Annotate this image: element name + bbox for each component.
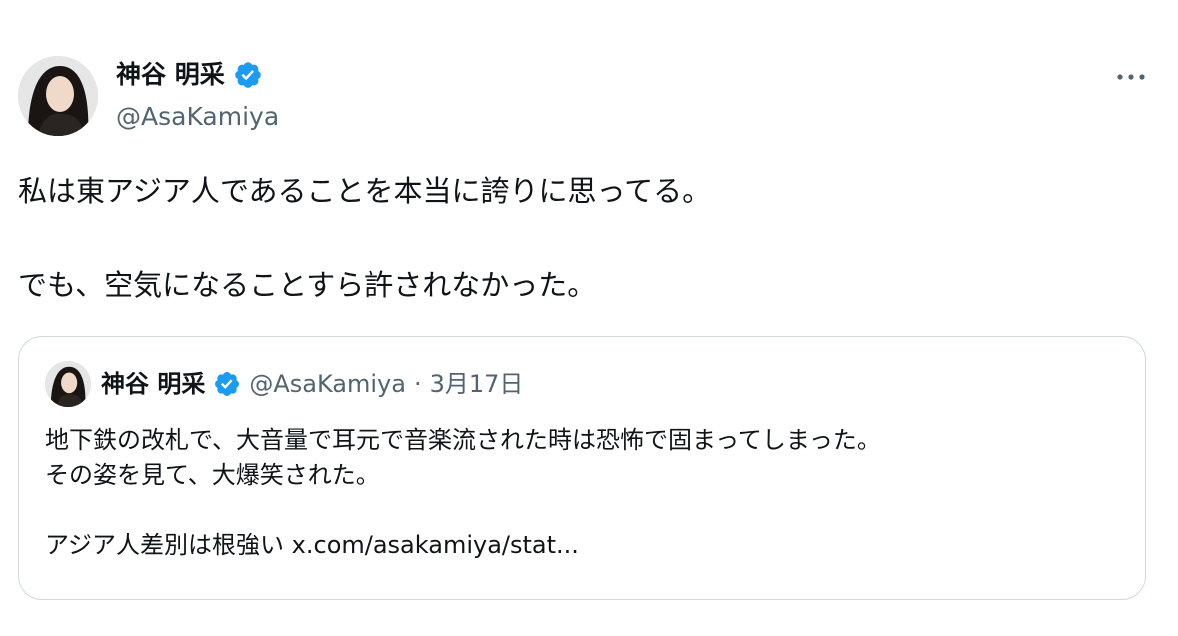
quoted-text-line: 地下鉄の改札で、大音量で耳元で音楽流された時は恐怖で固まってしまった。 [45,426,881,454]
verified-badge-icon [233,60,263,90]
author-handle[interactable]: @AsaKamiya [116,100,279,134]
quoted-tweet-link[interactable]: x.com/asakamiya/stat... [292,531,579,559]
quoted-tweet-header: 神谷 明采 @AsaKamiya · 3月17日 [101,367,523,401]
author-name-row: 神谷 明采 [116,58,263,92]
more-horizontal-icon [1117,74,1145,80]
line-spacer [45,493,1125,528]
more-options-button[interactable] [1108,62,1154,92]
header-separator: · [413,370,422,398]
quoted-author-handle[interactable]: @AsaKamiya [249,367,406,401]
quoted-author-display-name[interactable]: 神谷 明采 [101,367,205,401]
quoted-author-avatar[interactable] [45,361,91,407]
quoted-text-last-line: アジア人差別は根強い x.com/asakamiya/stat... [45,528,1125,563]
author-avatar[interactable] [18,56,98,136]
quoted-verified-badge-icon [213,370,241,398]
quoted-text-line: その姿を見て、大爆笑された。 [45,461,380,489]
author-display-name[interactable]: 神谷 明采 [116,58,225,92]
quoted-text-line: アジア人差別は根強い [45,531,292,559]
tweet-text: 私は東アジア人であることを本当に誇りに思ってる。 でも、空気になることすら許され… [18,174,712,302]
quoted-tweet-date[interactable]: 3月17日 [430,367,524,401]
quoted-tweet-card[interactable]: 神谷 明采 @AsaKamiya · 3月17日 地下鉄の改札で、大音量で耳元で… [18,336,1146,600]
quoted-tweet-text: 地下鉄の改札で、大音量で耳元で音楽流された時は恐怖で固まってしまった。 その姿を… [45,423,1125,563]
